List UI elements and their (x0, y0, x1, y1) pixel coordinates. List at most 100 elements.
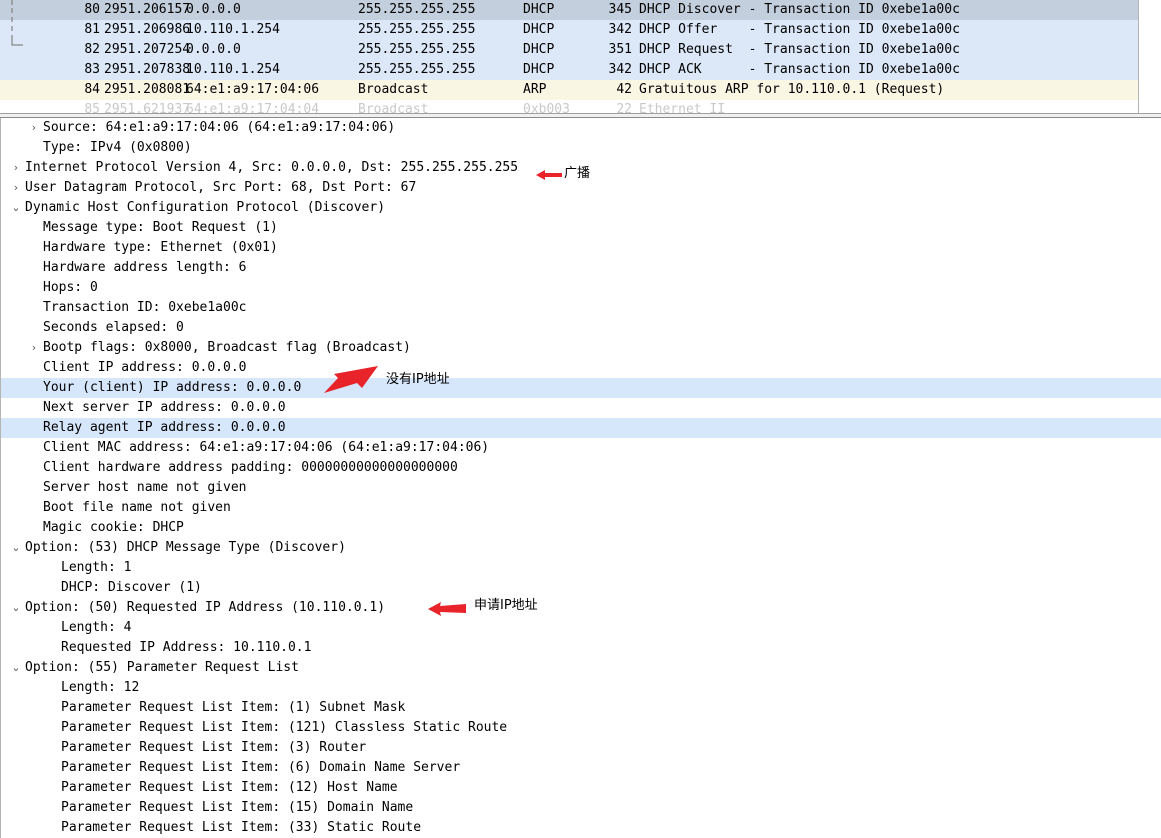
packet-protocol: DHCP (523, 62, 555, 77)
packet-length: 22 (616, 102, 632, 113)
detail-tree-row[interactable]: Next server IP address: 0.0.0.0 (1, 398, 1161, 418)
packet-info: Gratuitous ARP for 10.110.0.1 (Request) (639, 82, 945, 97)
detail-tree-label: Internet Protocol Version 4, Src: 0.0.0.… (25, 160, 519, 175)
detail-tree-row[interactable]: Length: 4 (1, 618, 1161, 638)
chevron-down-icon[interactable]: ⌄ (9, 538, 23, 558)
packet-info: DHCP Request - Transaction ID 0xebe1a00c (639, 42, 960, 57)
packet-list-row[interactable]: 81 2951.206986 10.110.1.254 255.255.255.255… (0, 20, 1138, 40)
detail-tree-label: Server host name not given (43, 480, 247, 495)
detail-tree-row[interactable]: Length: 12 (1, 678, 1161, 698)
packet-list-pane[interactable]: 80 2951.206157 0.0.0.0 255.255.255.255 DHCP 3… (0, 0, 1161, 113)
detail-tree-row[interactable]: Parameter Request List Item: (12) Host N… (1, 778, 1161, 798)
chevron-down-icon[interactable]: ⌄ (9, 598, 23, 618)
packet-length: 345 (608, 2, 632, 17)
packet-protocol: 0xb003 (523, 102, 570, 113)
detail-tree-row[interactable]: Parameter Request List Item: (33) Static… (1, 818, 1161, 838)
detail-tree-label: Boot file name not given (43, 500, 231, 515)
detail-tree-row[interactable]: Hardware type: Ethernet (0x01) (1, 238, 1161, 258)
chevron-down-icon[interactable]: ⌄ (9, 198, 23, 218)
packet-info: Ethernet II (639, 102, 726, 113)
detail-tree-label: Client IP address: 0.0.0.0 (43, 360, 247, 375)
detail-tree-row[interactable]: Requested IP Address: 10.110.0.1 (1, 638, 1161, 658)
detail-tree-row[interactable]: Boot file name not given (1, 498, 1161, 518)
detail-tree-label: Parameter Request List Item: (3) Router (61, 740, 367, 755)
packet-length: 342 (608, 62, 632, 77)
detail-tree-row[interactable]: Parameter Request List Item: (3) Router (1, 738, 1161, 758)
packet-destination: Broadcast (358, 82, 429, 97)
packet-no: 80 (84, 2, 100, 17)
detail-tree-row[interactable]: Relay agent IP address: 0.0.0.0 (1, 418, 1161, 438)
detail-tree-row[interactable]: › Bootp flags: 0x8000, Broadcast flag (Br… (1, 338, 1161, 358)
detail-tree-row[interactable]: Client MAC address: 64:e1:a9:17:04:06 (6… (1, 438, 1161, 458)
packet-protocol: DHCP (523, 22, 555, 37)
detail-tree-row[interactable]: DHCP: Discover (1) (1, 578, 1161, 598)
chevron-right-icon[interactable]: › (9, 158, 23, 178)
detail-tree-row[interactable]: Parameter Request List Item: (15) Domain… (1, 798, 1161, 818)
detail-tree-row[interactable]: › User Datagram Protocol, Src Port: 68, D… (1, 178, 1161, 198)
detail-tree-label: Parameter Request List Item: (121) Class… (61, 720, 508, 735)
detail-tree-label: Transaction ID: 0xebe1a00c (43, 300, 247, 315)
packet-info: DHCP Discover - Transaction ID 0xebe1a00… (639, 2, 960, 17)
packet-source: 64:e1:a9:17:04:04 (186, 102, 320, 113)
packet-details-pane[interactable]: › Source: 64:e1:a9:17:04:06 (64:e1:a9:17:… (0, 118, 1161, 838)
detail-tree-label: Parameter Request List Item: (1) Subnet … (61, 700, 406, 715)
packet-list-row[interactable]: 84 2951.208081 64:e1:a9:17:04:06 Broadcast A… (0, 80, 1138, 100)
detail-tree-row[interactable]: Message type: Boot Request (1) (1, 218, 1161, 238)
packet-source: 0.0.0.0 (186, 42, 241, 57)
packet-source: 64:e1:a9:17:04:06 (186, 82, 320, 97)
packet-list-row[interactable]: 82 2951.207254 0.0.0.0 255.255.255.255 DHCP 3… (0, 40, 1138, 60)
detail-tree-row[interactable]: Length: 1 (1, 558, 1161, 578)
detail-tree-row[interactable]: ⌄ Option: (55) Parameter Request List (1, 658, 1161, 678)
detail-tree-row[interactable]: Parameter Request List Item: (6) Domain … (1, 758, 1161, 778)
packet-length: 342 (608, 22, 632, 37)
detail-tree-row[interactable]: ⌄ Option: (53) DHCP Message Type (Discove… (1, 538, 1161, 558)
detail-tree-row[interactable]: Type: IPv4 (0x0800) (1, 138, 1161, 158)
detail-tree-row[interactable]: Parameter Request List Item: (1) Subnet … (1, 698, 1161, 718)
detail-tree-row[interactable]: Hardware address length: 6 (1, 258, 1161, 278)
detail-tree-row[interactable]: Transaction ID: 0xebe1a00c (1, 298, 1161, 318)
detail-tree-row[interactable]: ⌄ Dynamic Host Configuration Protocol (Di… (1, 198, 1161, 218)
packet-no: 84 (84, 82, 100, 97)
detail-tree-label: Message type: Boot Request (1) (43, 220, 278, 235)
detail-tree-label: DHCP: Discover (1) (61, 580, 202, 595)
packet-list-rows[interactable]: 80 2951.206157 0.0.0.0 255.255.255.255 DHCP 3… (0, 0, 1139, 113)
detail-tree-label: Hardware address length: 6 (43, 260, 247, 275)
detail-tree-label: Seconds elapsed: 0 (43, 320, 184, 335)
packet-list-row[interactable]: 80 2951.206157 0.0.0.0 255.255.255.255 DHCP 3… (0, 0, 1138, 20)
packet-source: 10.110.1.254 (186, 62, 280, 77)
detail-tree-row[interactable]: Client hardware address padding: 0000000… (1, 458, 1161, 478)
detail-tree-label: Bootp flags: 0x8000, Broadcast flag (Bro… (43, 340, 411, 355)
detail-tree-row[interactable]: Your (client) IP address: 0.0.0.0 (1, 378, 1161, 398)
packet-no: 81 (84, 22, 100, 37)
detail-tree-label: Dynamic Host Configuration Protocol (Dis… (25, 200, 386, 215)
detail-tree-row[interactable]: Parameter Request List Item: (121) Class… (1, 718, 1161, 738)
detail-tree-label: Option: (50) Requested IP Address (10.11… (25, 600, 386, 615)
detail-tree-label: Parameter Request List Item: (15) Domain… (61, 800, 414, 815)
packet-protocol: ARP (523, 82, 547, 97)
detail-tree-label: Parameter Request List Item: (12) Host N… (61, 780, 398, 795)
packet-info: DHCP ACK - Transaction ID 0xebe1a00c (639, 62, 960, 77)
packet-list-row[interactable]: 85 2951.621937 64:e1:a9:17:04:04 Broadcast 0… (0, 100, 1138, 113)
detail-tree-label: Magic cookie: DHCP (43, 520, 184, 535)
detail-tree-label: Option: (55) Parameter Request List (25, 660, 299, 675)
detail-tree-row[interactable]: Server host name not given (1, 478, 1161, 498)
detail-tree-row[interactable]: Client IP address: 0.0.0.0 (1, 358, 1161, 378)
detail-tree-row[interactable]: ⌄ Option: (50) Requested IP Address (10.1… (1, 598, 1161, 618)
packet-no: 85 (84, 102, 100, 113)
packet-destination: 255.255.255.255 (358, 22, 476, 37)
detail-tree-label: Length: 12 (61, 680, 140, 695)
chevron-right-icon[interactable]: › (27, 118, 41, 138)
chevron-down-icon[interactable]: ⌄ (9, 658, 23, 678)
detail-tree-row[interactable]: Magic cookie: DHCP (1, 518, 1161, 538)
packet-list-row[interactable]: 83 2951.207838 10.110.1.254 255.255.255.255… (0, 60, 1138, 80)
detail-tree-row[interactable]: Seconds elapsed: 0 (1, 318, 1161, 338)
chevron-right-icon[interactable]: › (27, 338, 41, 358)
detail-tree-label: Length: 1 (61, 560, 132, 575)
detail-tree-row[interactable]: › Source: 64:e1:a9:17:04:06 (64:e1:a9:17:… (1, 118, 1161, 138)
packet-source: 10.110.1.254 (186, 22, 280, 37)
detail-tree-row[interactable]: Hops: 0 (1, 278, 1161, 298)
detail-tree-label: Type: IPv4 (0x0800) (43, 140, 192, 155)
chevron-right-icon[interactable]: › (9, 178, 23, 198)
packet-destination: 255.255.255.255 (358, 62, 476, 77)
packet-protocol: DHCP (523, 42, 555, 57)
